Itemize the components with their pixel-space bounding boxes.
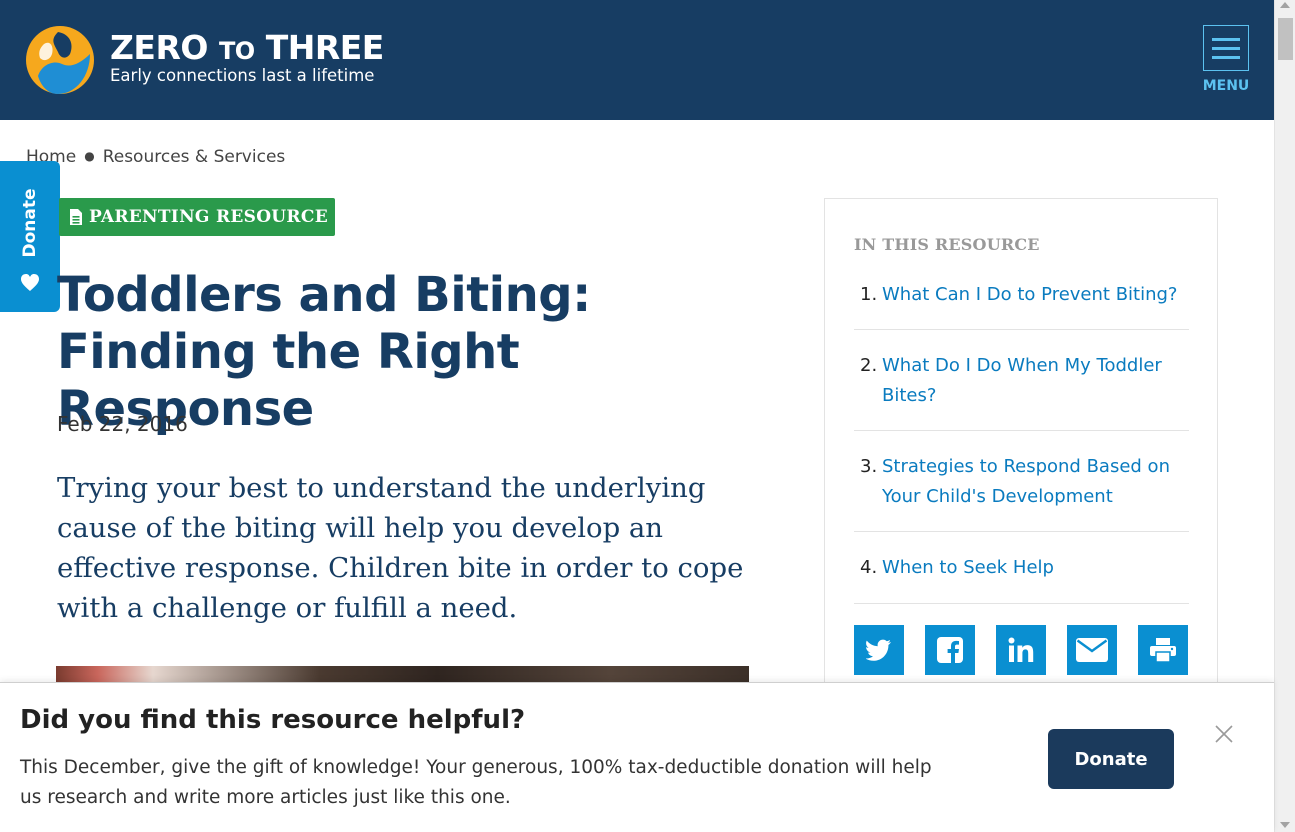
toc-item: 3. Strategies to Respond Based on Your C… xyxy=(854,431,1189,532)
menu-button[interactable] xyxy=(1203,25,1249,71)
page: ZERO TO THREE Early connections last a l… xyxy=(0,0,1295,832)
linkedin-icon xyxy=(1008,637,1034,662)
site-logo[interactable]: ZERO TO THREE Early connections last a l… xyxy=(24,24,384,96)
resource-type-badge[interactable]: PARENTING RESOURCE xyxy=(59,198,335,236)
document-icon xyxy=(70,209,82,225)
in-this-resource-panel: IN THIS RESOURCE 1. What Can I Do to Pre… xyxy=(824,198,1218,718)
hamburger-icon xyxy=(1212,37,1240,41)
email-icon xyxy=(1076,638,1108,662)
print-icon xyxy=(1150,638,1176,662)
donation-banner: Did you find this resource helpful? This… xyxy=(0,682,1274,832)
toc-heading: IN THIS RESOURCE xyxy=(854,235,1040,254)
share-buttons xyxy=(854,625,1188,675)
resource-type-label: PARENTING RESOURCE xyxy=(89,207,328,227)
side-donate-label: Donate xyxy=(20,188,40,258)
toc-item: 4. When to Seek Help xyxy=(854,532,1189,604)
logo-mark-icon xyxy=(26,26,94,94)
toc-list: 1. What Can I Do to Prevent Biting? 2. W… xyxy=(854,269,1189,604)
scroll-up-arrow-icon[interactable] xyxy=(1280,2,1290,8)
heart-icon xyxy=(21,274,39,291)
banner-title: Did you find this resource helpful? xyxy=(20,705,526,735)
toc-link-prevent-biting[interactable]: What Can I Do to Prevent Biting? xyxy=(882,280,1189,310)
site-header: ZERO TO THREE Early connections last a l… xyxy=(0,0,1274,120)
share-twitter-button[interactable] xyxy=(854,625,904,675)
publish-date: Feb 22, 2016 xyxy=(57,412,188,436)
article-intro: Trying your best to understand the under… xyxy=(57,472,744,624)
scroll-down-arrow-icon[interactable] xyxy=(1280,822,1290,828)
logo-tagline: Early connections last a lifetime xyxy=(110,66,375,85)
menu-label[interactable]: MENU xyxy=(1199,78,1253,94)
logo-title: ZERO TO THREE xyxy=(110,28,384,67)
breadcrumb-separator: ● xyxy=(84,149,95,163)
toc-item: 2. What Do I Do When My Toddler Bites? xyxy=(854,330,1189,431)
close-icon[interactable] xyxy=(1214,724,1234,744)
vertical-scrollbar[interactable] xyxy=(1274,0,1295,832)
share-facebook-button[interactable] xyxy=(925,625,975,675)
facebook-icon xyxy=(937,637,963,663)
twitter-icon xyxy=(866,639,891,661)
side-donate-tab[interactable]: Donate xyxy=(0,161,60,312)
toc-item: 1. What Can I Do to Prevent Biting? xyxy=(854,269,1189,330)
banner-donate-button[interactable]: Donate xyxy=(1048,729,1174,789)
share-print-button[interactable] xyxy=(1138,625,1188,675)
toc-link-when-toddler-bites[interactable]: What Do I Do When My Toddler Bites? xyxy=(882,351,1189,411)
toc-link-seek-help[interactable]: When to Seek Help xyxy=(882,553,1189,583)
breadcrumb-resources[interactable]: Resources & Services xyxy=(103,147,286,167)
banner-text: This December, give the gift of knowledg… xyxy=(20,757,932,808)
share-email-button[interactable] xyxy=(1067,625,1117,675)
toc-link-strategies[interactable]: Strategies to Respond Based on Your Chil… xyxy=(882,452,1189,512)
share-linkedin-button[interactable] xyxy=(996,625,1046,675)
scroll-thumb[interactable] xyxy=(1278,18,1293,60)
breadcrumb: Home ● Resources & Services xyxy=(26,147,285,167)
